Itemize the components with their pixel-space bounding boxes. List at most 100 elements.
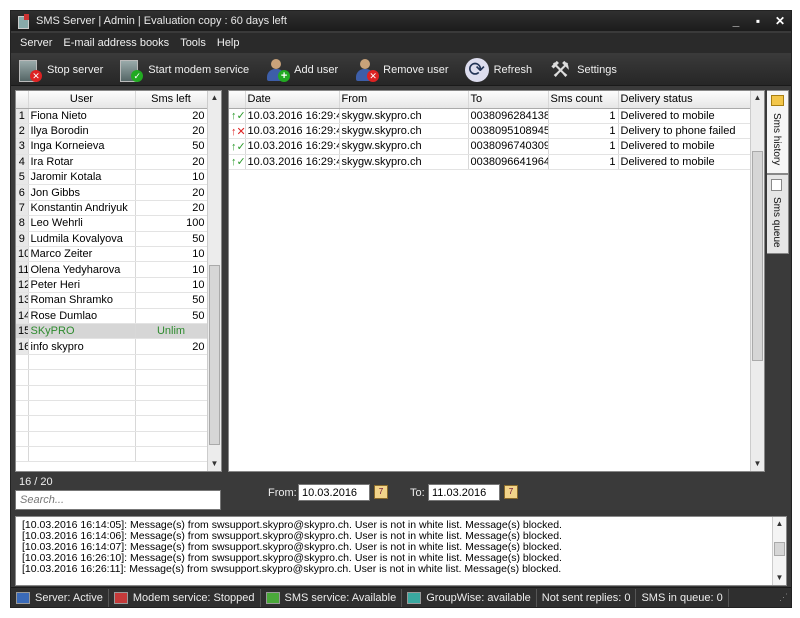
user-row[interactable]: 3 Inga Korneieva 50	[16, 138, 208, 155]
user-name-cell[interactable]: Jaromir Kotala	[28, 169, 136, 186]
from-cell[interactable]: skygw.skypro.ch	[339, 154, 469, 171]
sms-left-cell[interactable]: 10	[135, 277, 208, 294]
column-header-to[interactable]: To	[468, 91, 549, 109]
user-name-cell[interactable]: SKyPRO	[28, 323, 136, 340]
user-row[interactable]: 1 Fiona Nieto 20	[16, 108, 208, 124]
menu-email-address-books[interactable]: E-mail address books	[63, 37, 169, 49]
sms-count-cell[interactable]: 1	[548, 123, 619, 140]
sms-left-cell[interactable]: 100	[135, 215, 208, 232]
column-header-sms-count[interactable]: Sms count	[548, 91, 619, 109]
sms-left-cell[interactable]: 50	[135, 292, 208, 309]
user-row[interactable]: 4 Ira Rotar 20	[16, 154, 208, 171]
remove-user-button[interactable]: Remove user	[353, 55, 449, 85]
from-calendar-icon[interactable]: 7	[374, 485, 388, 499]
column-header-sms-left[interactable]: Sms left	[135, 91, 208, 109]
menu-help[interactable]: Help	[217, 37, 240, 49]
date-cell[interactable]: 10.03.2016 16:29:40	[245, 108, 340, 124]
history-row[interactable]: ↑✓ 10.03.2016 16:29:41 skygw.skypro.ch 0038…	[229, 154, 751, 171]
column-header-date[interactable]: Date	[245, 91, 340, 109]
history-row[interactable]: ↑✓ 10.03.2016 16:29:40 skygw.skypro.ch 0038…	[229, 138, 751, 155]
user-row[interactable]: 12Peter Heri10	[16, 277, 208, 294]
sms-left-cell[interactable]: 50	[135, 308, 208, 324]
column-header-from[interactable]: From	[339, 91, 469, 109]
to-cell[interactable]: 00380966419649	[468, 154, 549, 171]
user-row[interactable]: 14Rose Dumlao50	[16, 308, 208, 324]
users-scroll-thumb[interactable]	[209, 265, 220, 445]
date-cell[interactable]: 10.03.2016 16:29:40	[245, 138, 340, 155]
minimize-button[interactable]: _	[725, 11, 747, 31]
user-row[interactable]: 9 Ludmila Kovalyova 50	[16, 231, 208, 248]
user-name-cell[interactable]: Marco Zeiter	[28, 246, 136, 263]
delivery-status-cell[interactable]: Delivered to mobile	[618, 138, 751, 155]
settings-button[interactable]: Settings	[547, 55, 617, 85]
sms-left-cell[interactable]: 20	[135, 123, 208, 140]
user-row[interactable]: 5 Jaromir Kotala 10	[16, 169, 208, 186]
scroll-up-arrow-icon[interactable]: ▲	[751, 91, 764, 105]
date-cell[interactable]: 10.03.2016 16:29:40	[245, 123, 340, 140]
users-scrollbar[interactable]: ▲ ▼	[207, 91, 221, 471]
scroll-down-arrow-icon[interactable]: ▼	[751, 457, 764, 471]
sms-left-cell[interactable]: 10	[135, 261, 208, 278]
scroll-down-arrow-icon[interactable]: ▼	[773, 571, 786, 585]
tab-sms-queue[interactable]: Sms queue	[767, 174, 789, 254]
sms-left-cell[interactable]: 10	[135, 169, 208, 186]
user-row[interactable]: 6 Jon Gibbs 20	[16, 184, 208, 201]
maximize-button[interactable]: ▪	[747, 11, 769, 31]
to-date-input[interactable]	[428, 484, 500, 501]
tab-sms-history[interactable]: Sms history	[767, 90, 789, 174]
user-row[interactable]: 11Olena Yedyharova10	[16, 261, 208, 278]
user-name-cell[interactable]: Fiona Nieto	[28, 108, 136, 124]
to-cell[interactable]: 00380951089453	[468, 123, 549, 140]
title-bar[interactable]: SMS Server | Admin | Evaluation copy : 6…	[11, 11, 791, 31]
sms-left-cell[interactable]: Unlim	[135, 323, 208, 340]
from-date-input[interactable]	[298, 484, 370, 501]
close-button[interactable]: ✕	[769, 11, 791, 31]
scroll-up-arrow-icon[interactable]: ▲	[208, 91, 221, 105]
sms-left-cell[interactable]: 20	[135, 184, 208, 201]
delivery-status-cell[interactable]: Delivered to mobile	[618, 108, 751, 124]
to-cell[interactable]: 00380967403090	[468, 138, 549, 155]
user-row[interactable]: 7 Konstantin Andriyuk 20	[16, 200, 208, 217]
event-log[interactable]: [10.03.2016 16:14:05]: Message(s) from s…	[15, 516, 787, 586]
user-row[interactable]: 13Roman Shramko50	[16, 292, 208, 309]
history-scrollbar[interactable]: ▲ ▼	[750, 91, 764, 471]
column-header-user[interactable]: User	[28, 91, 136, 109]
sms-left-cell[interactable]: 20	[135, 200, 208, 217]
from-cell[interactable]: skygw.skypro.ch	[339, 138, 469, 155]
user-name-cell[interactable]: Ira Rotar	[28, 154, 136, 171]
user-name-cell[interactable]: Roman Shramko	[28, 292, 136, 309]
user-row[interactable]: 8 Leo Wehrli 100	[16, 215, 208, 232]
user-row[interactable]: 10Marco Zeiter10	[16, 246, 208, 263]
start-modem-service-button[interactable]: Start modem service	[118, 55, 249, 85]
sms-count-cell[interactable]: 1	[548, 108, 619, 124]
stop-server-button[interactable]: Stop server	[17, 55, 103, 85]
scroll-up-arrow-icon[interactable]: ▲	[773, 517, 786, 531]
delivery-status-cell[interactable]: Delivery to phone failed	[618, 123, 751, 140]
history-row[interactable]: ↑✕ 10.03.2016 16:29:40 skygw.skypro.ch 0038…	[229, 123, 751, 140]
user-name-cell[interactable]: Rose Dumlao	[28, 308, 136, 324]
sms-left-cell[interactable]: 50	[135, 231, 208, 248]
date-cell[interactable]: 10.03.2016 16:29:41	[245, 154, 340, 171]
user-name-cell[interactable]: Peter Heri	[28, 277, 136, 294]
user-row[interactable]: 2 Ilya Borodin 20	[16, 123, 208, 140]
user-search-input[interactable]	[15, 490, 221, 510]
user-name-cell[interactable]: info skypro	[28, 338, 136, 355]
user-name-cell[interactable]: Ludmila Kovalyova	[28, 231, 136, 248]
user-row[interactable]: 16info skypro20	[16, 338, 208, 355]
sms-left-cell[interactable]: 20	[135, 154, 208, 171]
history-row[interactable]: ↑✓ 10.03.2016 16:29:40 skygw.skypro.ch 0038…	[229, 108, 751, 124]
user-row[interactable]: 15SKyPROUnlim	[16, 323, 208, 340]
log-scroll-thumb[interactable]	[774, 542, 785, 556]
refresh-button[interactable]: Refresh	[464, 55, 532, 85]
user-name-cell[interactable]: Olena Yedyharova	[28, 261, 136, 278]
menu-tools[interactable]: Tools	[180, 37, 206, 49]
from-cell[interactable]: skygw.skypro.ch	[339, 108, 469, 124]
sms-left-cell[interactable]: 10	[135, 246, 208, 263]
user-name-cell[interactable]: Konstantin Andriyuk	[28, 200, 136, 217]
user-name-cell[interactable]: Leo Wehrli	[28, 215, 136, 232]
scroll-down-arrow-icon[interactable]: ▼	[208, 457, 221, 471]
sms-left-cell[interactable]: 20	[135, 338, 208, 355]
log-scrollbar[interactable]: ▲ ▼	[772, 517, 786, 585]
to-cell[interactable]: 00380962841385	[468, 108, 549, 124]
user-name-cell[interactable]: Jon Gibbs	[28, 184, 136, 201]
